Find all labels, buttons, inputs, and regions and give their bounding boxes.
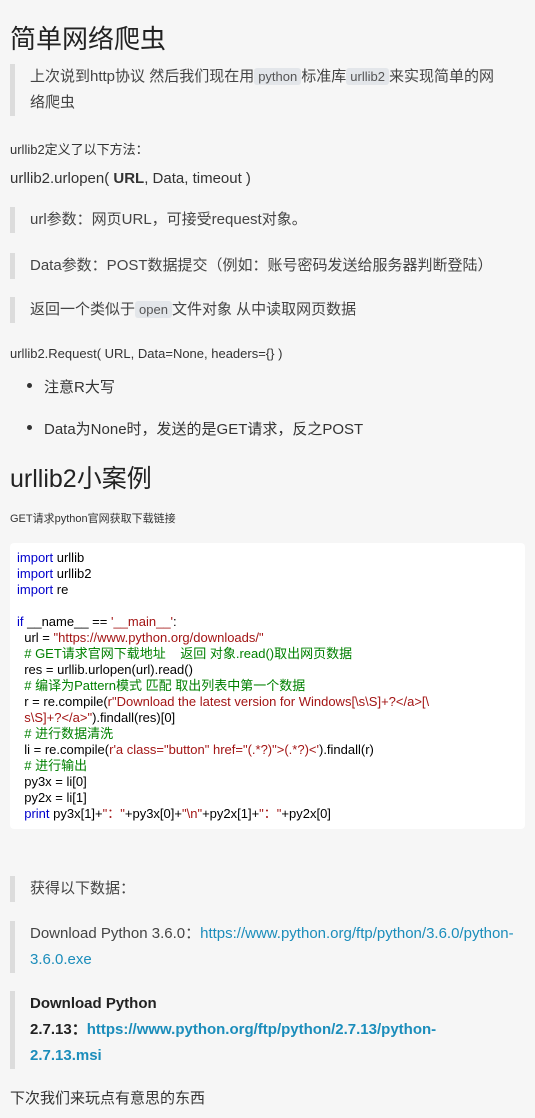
code-line: res = urllib.urlopen(url).read() [17,662,193,677]
code-line: if __name__ == '__main__': [17,614,177,629]
closing-text: 下次我们来玩点有意思的东西 [10,1090,206,1107]
python3-download-link-cont[interactable]: 3.6.0.exe [30,951,92,968]
urlopen-prefix: urllib2.urlopen( [10,170,114,187]
python3-download-link[interactable]: https://www.python.org/ftp/python/3.6.0/… [200,925,514,942]
page-title: 简单网络爬虫 [10,24,167,54]
urllib2-code-tag: urllib2 [346,68,389,85]
open-code-tag: open [135,301,172,318]
intro-text-2: 标准库 [301,68,347,85]
code-comment: # GET请求官网下载地址 返回 对象.read()取出网页数据 [17,646,353,661]
code-comment: # 编译为Pattern模式 匹配 取出列表中第一个数据 [17,678,306,693]
python2-download-link[interactable]: https://www.python.org/ftp/python/2.7.13… [87,1021,436,1038]
result-py2-label: Download Python [30,995,157,1012]
code-line: s\S]+?</a>").findall(res)[0] [17,710,176,725]
code-line: print py3x[1]+"："+py3x[0]+"\n"+py2x[1]+"… [17,806,331,821]
result-py3-quote: Download Python 3.6.0：https://www.python… [10,921,525,973]
python-code-tag: python [254,68,302,85]
code-line: py3x = li[0] [17,774,87,789]
intro-text-4: 络爬虫 [30,94,76,111]
code-line: import re [17,582,69,597]
code-line: r = re.compile(r"Download the latest ver… [17,694,430,709]
code-block: import urllib import urllib2 import re i… [10,543,525,829]
data-param-text: Data参数：POST数据提交（例如：账号密码发送给服务器判断登陆） [30,257,493,274]
data-param-quote: Data参数：POST数据提交（例如：账号密码发送给服务器判断登陆） [10,253,525,279]
code-line: url = "https://www.python.org/downloads/… [17,630,264,645]
return-text-pre: 返回一个类似于 [30,301,136,318]
list-item: Data为None时，发送的是GET请求，反之POST [26,418,363,439]
section-title: urllib2小案例 [10,465,152,493]
section-description: GET请求python官网获取下载链接 [10,513,176,525]
result-heading: 获得以下数据： [30,880,136,897]
methods-heading: urllib2定义了以下方法： [10,142,149,157]
result-py3-label: Download Python 3.6.0： [30,925,201,942]
return-quote: 返回一个类似于 open 文件对象 从中读取网页数据 [10,297,525,323]
urlopen-suffix: , Data, timeout ) [144,170,251,187]
return-text-post: 文件对象 从中读取网页数据 [171,301,357,318]
intro-text-1: 上次说到http协议 然后我们现在用 [30,68,255,85]
intro-text-3: 来实现简单的网 [388,68,494,85]
code-line: import urllib [17,550,85,565]
url-param-text: url参数：网页URL，可接受request对象。 [30,211,307,228]
code-line: import urllib2 [17,566,92,581]
list-item: 注意R大写 [27,376,115,397]
result-py2-quote: Download Python 2.7.13：https://www.pytho… [10,991,525,1069]
request-signature: urllib2.Request( URL, Data=None, headers… [10,346,283,361]
urlopen-url-bold: URL [113,170,145,187]
code-line: py2x = li[1] [17,790,87,805]
intro-quote: 上次说到http协议 然后我们现在用 python 标准库 urllib2 来实现简单的… [10,64,525,116]
url-param-quote: url参数：网页URL，可接受request对象。 [10,207,525,233]
python2-download-link-cont[interactable]: 2.7.13.msi [30,1047,102,1064]
code-comment: # 进行数据清洗 [17,726,114,741]
result-heading-quote: 获得以下数据： [10,876,525,902]
code-line: li = re.compile(r'a class="button" href=… [17,742,374,757]
urlopen-signature: urllib2.urlopen( URL, Data, timeout ) [10,170,251,187]
code-comment: # 进行输出 [17,758,88,773]
result-py2-label-cont: 2.7.13： [30,1021,87,1038]
